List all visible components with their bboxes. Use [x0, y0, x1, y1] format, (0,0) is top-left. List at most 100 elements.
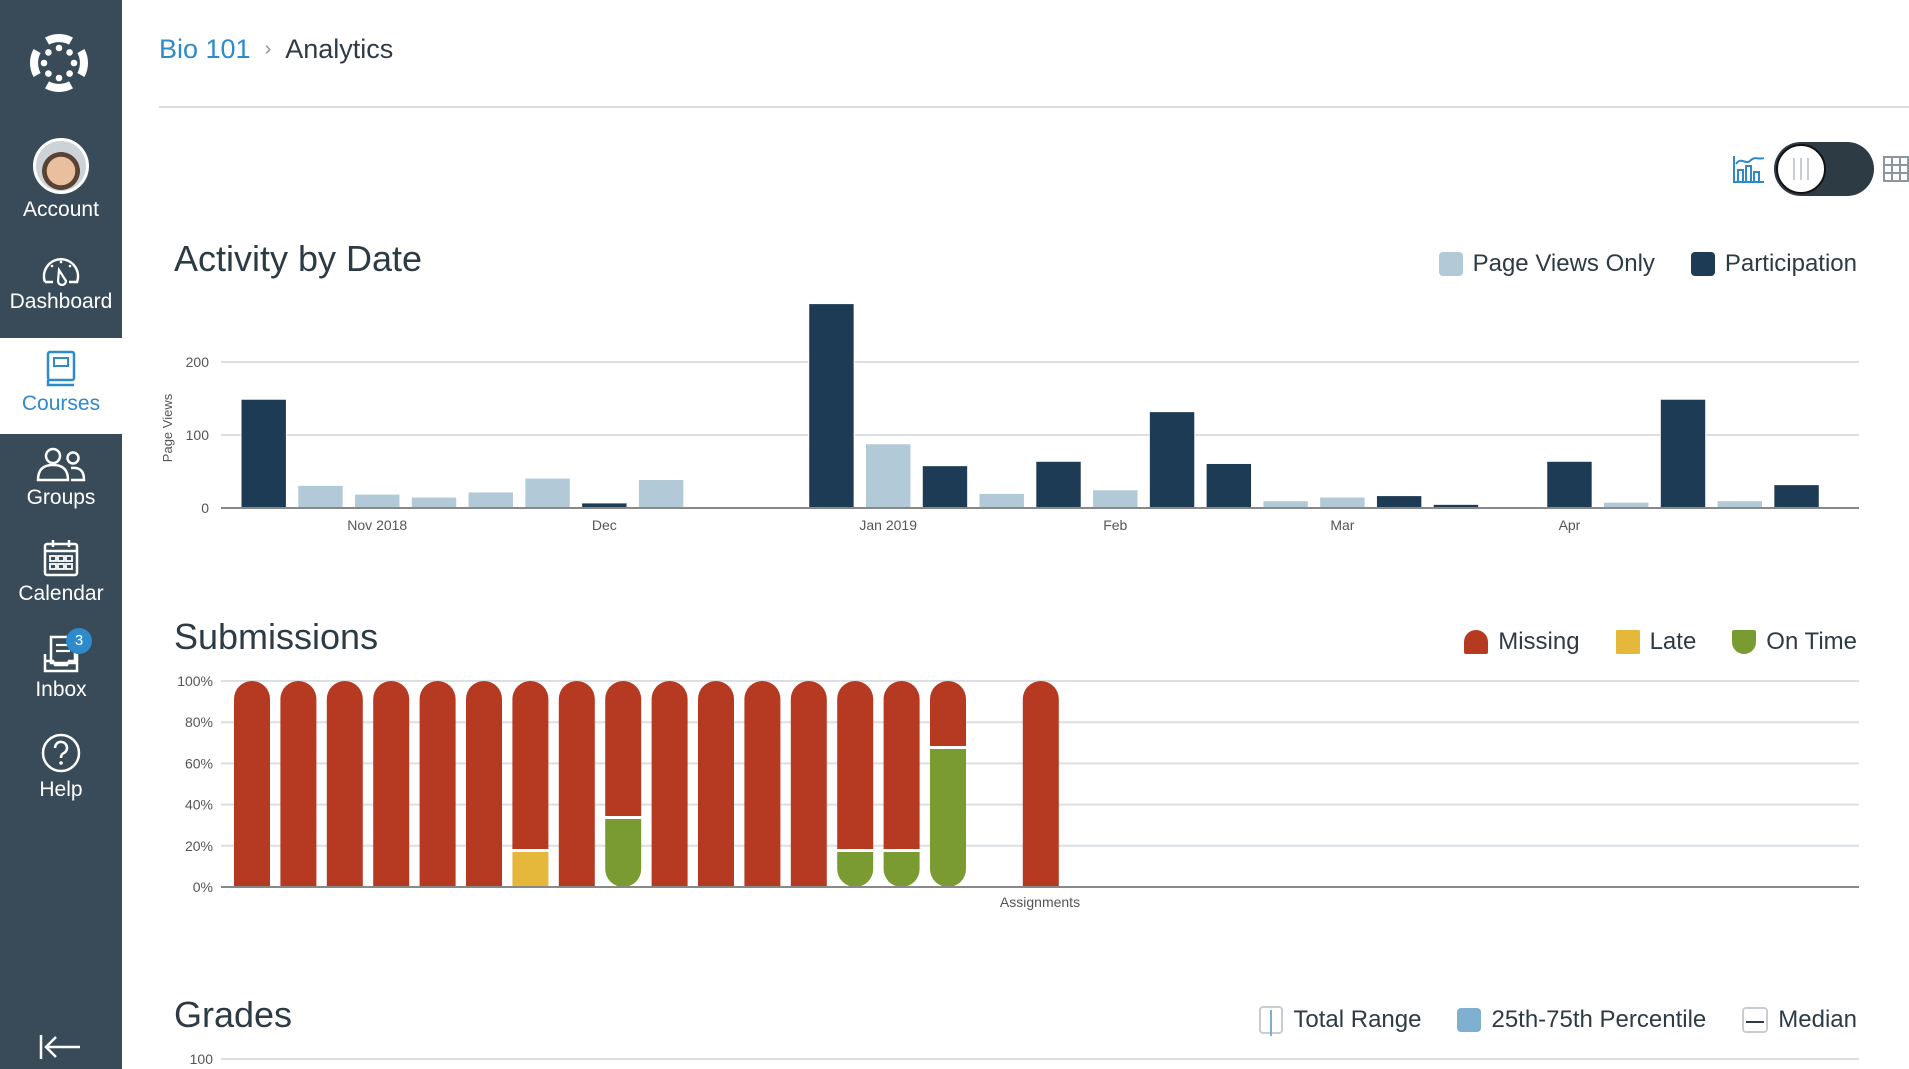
activity-bar — [1773, 484, 1820, 509]
legend-swatch — [1259, 1006, 1284, 1036]
missing-segment — [883, 681, 920, 849]
activity-bar — [1375, 495, 1423, 509]
sidebar-item-help[interactable]: Help — [0, 732, 122, 802]
y-tick-label: 0% — [193, 879, 213, 895]
y-tick-label: 0 — [201, 500, 209, 516]
sidebar-item-inbox[interactable]: 3 Inbox — [0, 628, 122, 702]
assignment-bar — [790, 681, 827, 887]
toggle-knob — [1776, 144, 1826, 194]
activity-bar — [354, 493, 401, 509]
missing-segment — [744, 681, 781, 887]
assignment-bar — [558, 681, 595, 887]
grades-chart-title: Grades — [174, 994, 293, 1035]
sidebar-item-dashboard[interactable]: Dashboard — [0, 254, 122, 314]
legend-label: Participation — [1724, 250, 1857, 277]
activity-bar — [240, 398, 287, 509]
legend-swatch — [1690, 252, 1715, 276]
legend-percentile: 25th-75th Percentile — [1457, 1006, 1706, 1034]
activity-bar — [978, 492, 1025, 509]
submissions-chart: 0% 20% 40% 60% 80% 100% Assignments — [177, 673, 1859, 910]
header-divider — [159, 106, 1909, 108]
sidebar-item-calendar[interactable]: Calendar — [0, 538, 122, 606]
assignment-bar — [326, 681, 363, 887]
breadcrumb-separator: › — [264, 38, 272, 60]
grades-chart: 100 — [190, 1051, 1859, 1067]
breadcrumb-course-link[interactable]: Bio 101 — [159, 34, 251, 65]
legend-swatch — [1464, 630, 1489, 654]
x-tick-label: Jan 2019 — [859, 517, 917, 533]
missing-segment — [698, 681, 734, 887]
activity-bar — [1205, 462, 1253, 509]
breadcrumb: Bio 101 › Analytics — [159, 34, 393, 65]
assignment-bar — [651, 681, 688, 887]
assignment-bar — [698, 681, 734, 887]
chart-table-toggle-switch[interactable] — [1774, 142, 1874, 196]
legend-swatch — [1615, 630, 1640, 654]
x-tick-label: Apr — [1559, 517, 1581, 533]
sidebar-item-label: Help — [39, 778, 83, 801]
missing-segment — [326, 681, 363, 887]
missing-segment — [651, 681, 688, 887]
speedometer-icon — [42, 258, 80, 286]
grades-legend: Total Range 25th-75th Percentile Median — [1259, 1006, 1857, 1036]
activity-bar — [808, 303, 855, 509]
assignment-bar — [930, 681, 966, 887]
legend-label: Missing — [1498, 628, 1580, 655]
assignment-bar — [883, 681, 920, 887]
legend-swatch — [1457, 1008, 1482, 1032]
missing-segment — [466, 681, 502, 887]
collapse-arrow-icon[interactable] — [38, 1033, 82, 1061]
inbox-unread-badge: 3 — [66, 628, 92, 654]
legend-swatch — [1742, 1007, 1769, 1033]
submissions-chart-title: Submissions — [174, 616, 379, 657]
submissions-legend: Missing Late On Time — [1464, 628, 1857, 656]
assignment-bar — [373, 681, 410, 887]
sidebar-item-label: Groups — [26, 486, 96, 509]
legend-participation: Participation — [1690, 250, 1857, 278]
missing-segment — [930, 681, 966, 746]
y-tick-label: 100% — [177, 673, 213, 689]
sidebar-item-courses[interactable]: Courses — [0, 338, 122, 434]
on-time-segment — [930, 748, 966, 887]
activity-bar — [467, 491, 515, 509]
on-time-segment — [883, 851, 920, 887]
activity-bar — [410, 496, 458, 509]
sidebar-item-label: Courses — [21, 392, 101, 415]
activity-bar — [1319, 496, 1366, 509]
legend-page-views-only: Page Views Only — [1438, 250, 1655, 278]
chart-icon[interactable] — [1732, 154, 1766, 184]
x-axis-label: Assignments — [1000, 894, 1080, 910]
legend-missing: Missing — [1464, 628, 1580, 656]
legend-total-range: Total Range — [1259, 1006, 1421, 1036]
assignment-bar — [837, 681, 874, 887]
calendar-icon — [43, 540, 79, 577]
canvas-logo-icon[interactable] — [26, 30, 92, 96]
activity-bar — [637, 479, 685, 509]
on-time-segment — [837, 851, 874, 887]
y-tick-label: 60% — [185, 755, 213, 771]
missing-segment — [280, 681, 317, 887]
assignment-bar — [234, 681, 270, 887]
table-grid-icon[interactable] — [1882, 155, 1909, 183]
view-toggle — [1732, 142, 1909, 196]
sidebar-item-label: Calendar — [18, 582, 104, 605]
missing-segment — [373, 681, 410, 887]
missing-segment — [837, 681, 874, 849]
y-tick-label: 80% — [185, 714, 213, 730]
missing-segment — [605, 681, 642, 817]
legend-on-time: On Time — [1732, 628, 1857, 656]
global-nav-sidebar: Account Dashboard Courses Groups Calenda… — [0, 0, 122, 1069]
assignment-bar — [512, 681, 549, 887]
y-tick-label: 200 — [186, 354, 210, 370]
book-icon — [46, 350, 76, 387]
main-content: Bio 101 › Analytics Activity by Date Pag… — [122, 0, 1909, 1069]
activity-bar — [921, 465, 969, 509]
sidebar-item-account[interactable]: Account — [0, 138, 122, 222]
activity-bar — [1716, 500, 1763, 509]
activity-bar — [1148, 411, 1196, 509]
y-axis-label: Page Views — [160, 393, 175, 462]
activity-bar — [297, 484, 344, 509]
x-tick-label: Dec — [592, 517, 617, 533]
y-tick-label: 20% — [185, 838, 213, 854]
sidebar-item-groups[interactable]: Groups — [0, 446, 122, 510]
